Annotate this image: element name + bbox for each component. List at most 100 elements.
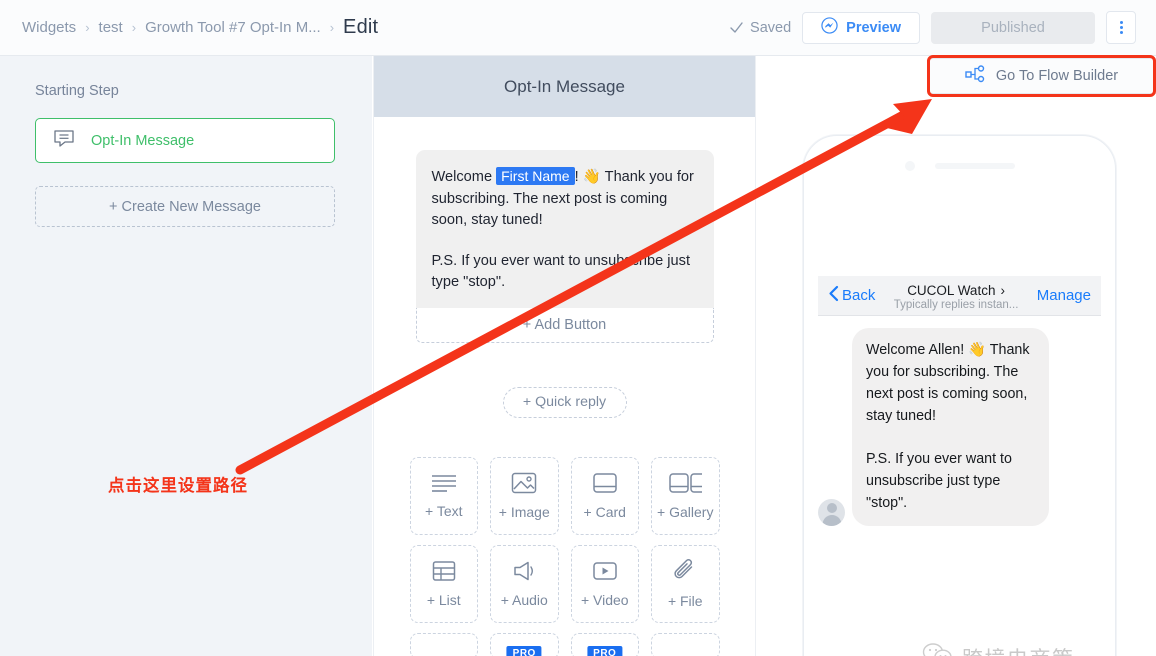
saved-label: Saved: [750, 19, 792, 36]
page-title: Edit: [343, 16, 379, 38]
sidebar-title: Starting Step: [35, 83, 119, 99]
add-button-label: + Add Button: [522, 316, 607, 333]
chevron-right-icon: ›: [1000, 282, 1005, 298]
preview-chat-icon: [821, 17, 838, 38]
add-text-tile[interactable]: + Text: [409, 456, 478, 535]
gallery-icon: [668, 471, 703, 495]
add-audio-tile[interactable]: + Audio: [490, 544, 559, 623]
chat-paragraph-1: Welcome Allen! 👋 Thank you for subscribi…: [866, 342, 1030, 424]
add-more-tile[interactable]: [409, 632, 478, 656]
back-button[interactable]: Back: [828, 285, 875, 306]
messenger-header: Back CUCOL Watch › Typically replies ins…: [818, 276, 1101, 316]
add-pro-tile[interactable]: PRO: [570, 632, 639, 656]
add-image-label: + Image: [498, 504, 550, 520]
kebab-dot-icon: [1119, 26, 1123, 29]
flow-nodes-icon: [965, 64, 986, 88]
phone-notch: [804, 161, 1115, 171]
add-image-tile[interactable]: + Image: [490, 456, 559, 535]
add-card-tile[interactable]: + Card: [570, 456, 639, 535]
image-icon: [510, 471, 538, 495]
add-more-tile[interactable]: [651, 632, 720, 656]
add-video-tile[interactable]: + Video: [570, 544, 639, 623]
message-paragraph-1: Welcome First Name! 👋 Thank you for subs…: [432, 166, 698, 232]
message-text-block[interactable]: Welcome First Name! 👋 Thank you for subs…: [415, 150, 714, 308]
quick-reply-button[interactable]: + Quick reply: [502, 386, 627, 418]
add-button-button[interactable]: + Add Button: [415, 307, 714, 343]
scroll-edge: [1151, 56, 1156, 656]
app-root: Widgets › test › Growth Tool #7 Opt-In M…: [0, 0, 1156, 656]
pro-badge: PRO: [506, 645, 542, 656]
manage-button[interactable]: Manage: [1037, 287, 1091, 304]
audio-speaker-icon: [511, 559, 537, 583]
watermark: 跨境电商策: [922, 642, 1075, 656]
preview-label: Preview: [846, 19, 901, 36]
wechat-icon: [922, 642, 953, 656]
add-gallery-tile[interactable]: + Gallery: [651, 456, 720, 535]
breadcrumb-separator: ›: [85, 20, 90, 35]
add-file-tile[interactable]: + File: [651, 544, 720, 623]
breadcrumb-item-test[interactable]: test: [99, 19, 123, 36]
annotation-note-text: 点击这里设置路径: [108, 476, 248, 495]
breadcrumb-item-growth-tool[interactable]: Growth Tool #7 Opt-In M...: [145, 19, 321, 36]
phone-mockup: Back CUCOL Watch › Typically replies ins…: [803, 135, 1116, 656]
add-text-label: + Text: [425, 503, 463, 519]
go-to-flow-builder-button[interactable]: Go To Flow Builder: [927, 58, 1156, 94]
message-bubble-icon: [53, 129, 75, 153]
published-button[interactable]: Published: [931, 11, 1095, 44]
editor-header-title: Opt-In Message: [504, 76, 625, 96]
more-options-button[interactable]: [1106, 11, 1136, 44]
create-new-message-button[interactable]: + Create New Message: [35, 186, 335, 227]
pro-badge: PRO: [587, 645, 623, 656]
chat-bubble: Welcome Allen! 👋 Thank you for subscribi…: [852, 328, 1049, 526]
sidebar-item-opt-in-message[interactable]: Opt-In Message: [35, 118, 335, 163]
add-pro-tile[interactable]: PRO: [490, 632, 559, 656]
page-name-row: CUCOL Watch ›: [907, 283, 1005, 298]
back-label: Back: [842, 287, 876, 304]
watermark-text: 跨境电商策: [962, 643, 1075, 656]
check-icon: [729, 20, 744, 35]
content-type-grid: + Text + Image + Card + Gallery + List +…: [409, 456, 720, 656]
messenger-title-block[interactable]: CUCOL Watch › Typically replies instan..…: [875, 282, 1036, 311]
go-to-flow-builder-label: Go To Flow Builder: [995, 68, 1119, 84]
breadcrumb-item-widgets[interactable]: Widgets: [22, 19, 76, 36]
message-editor-panel: Opt-In Message Welcome First Name! 👋 Tha…: [373, 56, 756, 656]
card-icon: [591, 471, 619, 495]
add-audio-label: + Audio: [500, 592, 548, 608]
breadcrumb-separator: ›: [329, 20, 335, 35]
chat-area: Welcome Allen! 👋 Thank you for subscribi…: [818, 317, 1101, 656]
message-composer: Welcome First Name! 👋 Thank you for subs…: [374, 117, 755, 656]
avatar: [818, 499, 845, 526]
create-new-message-label: + Create New Message: [109, 198, 261, 215]
quick-reply-label: + Quick reply: [522, 394, 607, 410]
chat-paragraph-2: P.S. If you ever want to unsubscribe jus…: [866, 451, 1012, 511]
kebab-dot-icon: [1119, 21, 1123, 24]
saved-status: Saved: [729, 20, 791, 36]
phone-camera-icon: [904, 161, 915, 171]
message-paragraph-2: P.S. If you ever want to unsubscribe jus…: [431, 252, 691, 291]
add-file-label: + File: [667, 593, 703, 609]
kebab-dot-icon: [1119, 31, 1123, 34]
add-card-label: + Card: [583, 504, 626, 520]
preview-button[interactable]: Preview: [802, 11, 920, 44]
editor-header: Opt-In Message: [374, 56, 755, 117]
phone-speaker-icon: [934, 163, 1015, 169]
preview-panel: Back CUCOL Watch › Typically replies ins…: [757, 56, 1156, 656]
published-label: Published: [981, 19, 1045, 36]
top-bar-actions: Saved Preview Published: [729, 11, 1156, 44]
text-lines-icon: [429, 472, 459, 494]
add-list-tile[interactable]: + List: [409, 544, 478, 623]
breadcrumb: Widgets › test › Growth Tool #7 Opt-In M…: [0, 16, 378, 39]
chevron-left-icon: [828, 285, 839, 306]
chat-message-row: Welcome Allen! 👋 Thank you for subscribi…: [818, 328, 1101, 526]
breadcrumb-separator: ›: [131, 20, 137, 35]
paperclip-icon: [672, 558, 698, 584]
message-prefix: Welcome: [431, 169, 497, 185]
add-video-label: + Video: [580, 592, 629, 608]
page-name: CUCOL Watch: [907, 282, 996, 298]
manage-label: Manage: [1036, 287, 1091, 304]
first-name-token[interactable]: First Name: [496, 167, 575, 185]
video-play-icon: [591, 559, 619, 583]
page-subtitle: Typically replies instan...: [893, 298, 1019, 311]
top-bar: Widgets › test › Growth Tool #7 Opt-In M…: [0, 0, 1156, 56]
list-table-icon: [431, 559, 457, 583]
